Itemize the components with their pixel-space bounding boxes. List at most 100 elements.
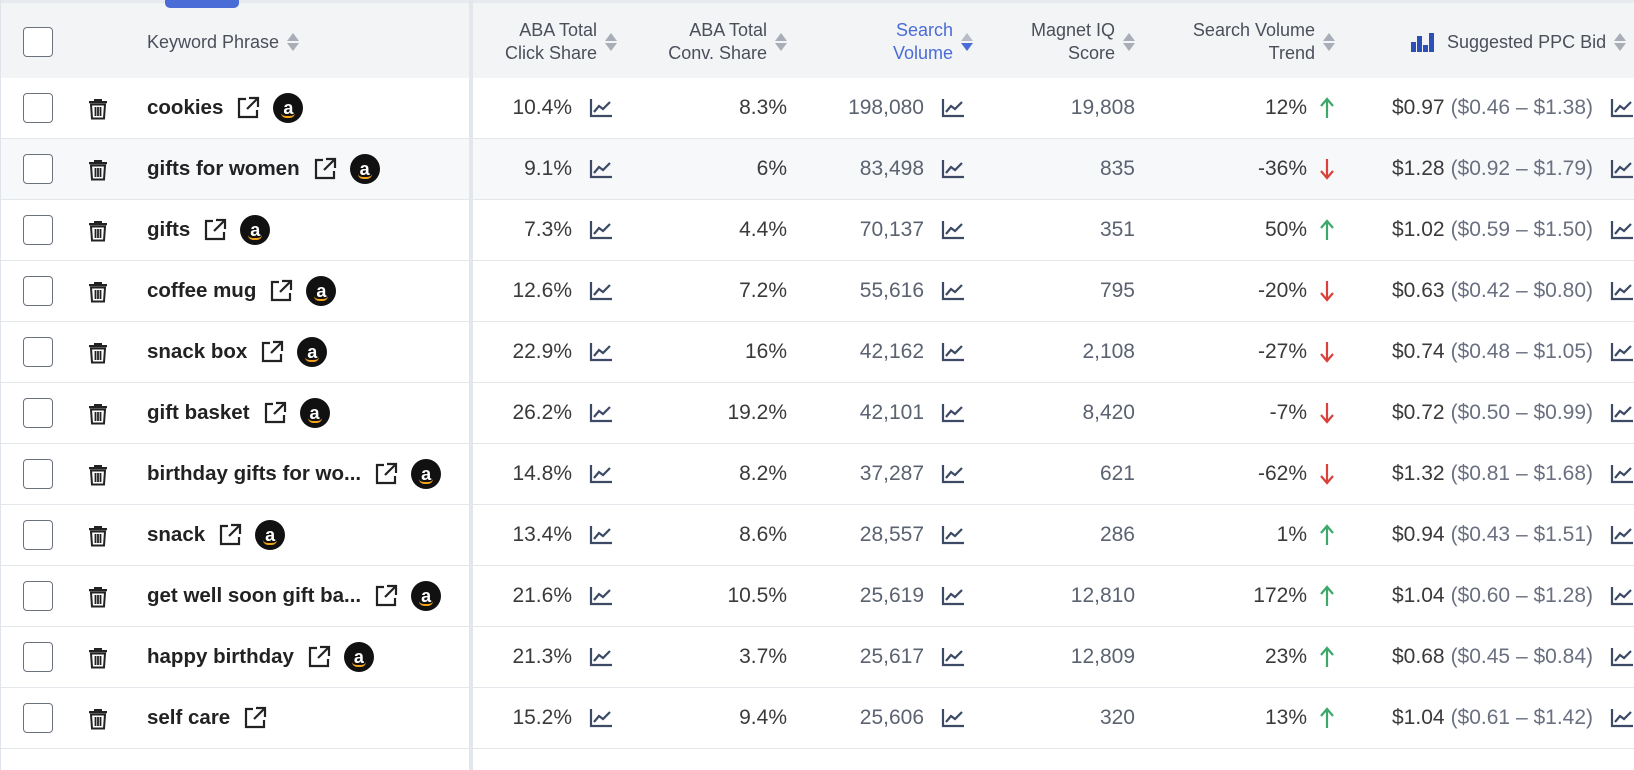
table-row[interactable]: happy birthday a 21.3% 3.7% 25,617 12,80… (1, 627, 1634, 688)
column-divider[interactable] (469, 0, 473, 770)
line-chart-icon[interactable] (588, 341, 614, 363)
external-link-icon[interactable] (235, 95, 261, 121)
delete-button[interactable] (87, 688, 111, 748)
delete-button[interactable] (87, 383, 111, 443)
external-link-icon[interactable] (306, 644, 332, 670)
keyword-phrase[interactable]: get well soon gift ba... (147, 584, 361, 608)
row-checkbox[interactable] (23, 642, 53, 672)
line-chart-icon[interactable] (588, 97, 614, 119)
amazon-icon[interactable]: a (299, 398, 330, 428)
row-checkbox[interactable] (23, 337, 53, 367)
keyword-phrase[interactable]: gifts (147, 218, 190, 242)
table-row[interactable]: gift basket a 26.2% 19.2% 42,101 8,420 -… (1, 383, 1634, 444)
external-link-icon[interactable] (242, 705, 268, 731)
table-row[interactable]: gifts for women a 9.1% 6% 83,498 835 -36… (1, 139, 1634, 200)
header-aba-conv-share[interactable]: ABA Total Conv. Share (641, 3, 787, 81)
external-link-icon[interactable] (202, 217, 228, 243)
row-checkbox[interactable] (23, 703, 53, 733)
header-search-volume[interactable]: Search Volume (841, 3, 973, 81)
amazon-icon[interactable]: a (343, 642, 374, 672)
keyword-phrase[interactable]: gifts for women (147, 157, 300, 181)
amazon-icon[interactable]: a (240, 215, 271, 245)
keyword-phrase[interactable]: gift basket (147, 401, 250, 425)
line-chart-icon[interactable] (940, 646, 966, 668)
sort-icon[interactable] (1614, 31, 1627, 53)
external-link-icon[interactable] (217, 522, 243, 548)
sort-icon[interactable] (775, 31, 787, 53)
line-chart-icon[interactable] (1609, 219, 1634, 241)
header-magnet-iq-score[interactable]: Magnet IQ Score (1001, 3, 1135, 81)
sort-desc-icon[interactable] (961, 31, 973, 53)
header-aba-click-share[interactable]: ABA Total Click Share (479, 3, 617, 81)
table-row[interactable]: self care 15.2% 9.4% 25,606 320 13% $1.0… (1, 688, 1634, 749)
row-checkbox[interactable] (23, 581, 53, 611)
horizontal-scroll-indicator[interactable] (165, 0, 239, 8)
line-chart-icon[interactable] (1609, 463, 1634, 485)
line-chart-icon[interactable] (588, 280, 614, 302)
line-chart-icon[interactable] (1609, 97, 1634, 119)
line-chart-icon[interactable] (588, 524, 614, 546)
line-chart-icon[interactable] (1609, 280, 1634, 302)
line-chart-icon[interactable] (1609, 646, 1634, 668)
delete-button[interactable] (87, 261, 111, 321)
line-chart-icon[interactable] (1609, 341, 1634, 363)
line-chart-icon[interactable] (940, 341, 966, 363)
line-chart-icon[interactable] (1609, 402, 1634, 424)
delete-button[interactable] (87, 566, 111, 626)
sort-icon[interactable] (605, 31, 617, 53)
keyword-phrase[interactable]: cookies (147, 96, 223, 120)
external-link-icon[interactable] (259, 339, 285, 365)
delete-button[interactable] (87, 200, 111, 260)
line-chart-icon[interactable] (1609, 524, 1634, 546)
header-search-volume-trend[interactable]: Search Volume Trend (1151, 3, 1335, 81)
table-row[interactable]: birthday gifts for wo... a 14.8% 8.2% 37… (1, 444, 1634, 505)
keyword-phrase[interactable]: snack (147, 523, 205, 547)
line-chart-icon[interactable] (1609, 585, 1634, 607)
table-row[interactable]: snack box a 22.9% 16% 42,162 2,108 -27% … (1, 322, 1634, 383)
amazon-icon[interactable]: a (297, 337, 328, 367)
keyword-phrase[interactable]: self care (147, 706, 230, 730)
delete-button[interactable] (87, 322, 111, 382)
keyword-phrase[interactable]: coffee mug (147, 279, 256, 303)
delete-button[interactable] (87, 505, 111, 565)
line-chart-icon[interactable] (940, 280, 966, 302)
sort-icon[interactable] (1123, 31, 1135, 53)
external-link-icon[interactable] (268, 278, 294, 304)
amazon-icon[interactable]: a (349, 154, 380, 184)
row-checkbox[interactable] (23, 276, 53, 306)
delete-button[interactable] (87, 444, 111, 504)
amazon-icon[interactable]: a (411, 459, 442, 489)
table-row[interactable]: cookies a 10.4% 8.3% 198,080 19,808 12% … (1, 78, 1634, 139)
line-chart-icon[interactable] (940, 585, 966, 607)
row-checkbox[interactable] (23, 459, 53, 489)
select-all-checkbox[interactable] (23, 27, 53, 57)
amazon-icon[interactable]: a (306, 276, 337, 306)
amazon-icon[interactable]: a (255, 520, 286, 550)
line-chart-icon[interactable] (940, 402, 966, 424)
external-link-icon[interactable] (312, 156, 338, 182)
line-chart-icon[interactable] (940, 158, 966, 180)
row-checkbox[interactable] (23, 520, 53, 550)
keyword-phrase[interactable]: birthday gifts for wo... (147, 462, 361, 486)
table-row[interactable]: gifts a 7.3% 4.4% 70,137 351 50% $1.02 (… (1, 200, 1634, 261)
line-chart-icon[interactable] (1609, 707, 1634, 729)
sort-icon[interactable] (287, 31, 300, 53)
line-chart-icon[interactable] (1609, 158, 1634, 180)
sort-icon[interactable] (1323, 31, 1335, 53)
row-checkbox[interactable] (23, 93, 53, 123)
delete-button[interactable] (87, 78, 111, 138)
row-checkbox[interactable] (23, 154, 53, 184)
line-chart-icon[interactable] (588, 646, 614, 668)
header-keyword-phrase[interactable]: Keyword Phrase (147, 3, 347, 81)
delete-button[interactable] (87, 627, 111, 687)
row-checkbox[interactable] (23, 398, 53, 428)
line-chart-icon[interactable] (588, 463, 614, 485)
line-chart-icon[interactable] (940, 524, 966, 546)
line-chart-icon[interactable] (940, 463, 966, 485)
line-chart-icon[interactable] (588, 585, 614, 607)
external-link-icon[interactable] (373, 461, 399, 487)
row-checkbox[interactable] (23, 215, 53, 245)
table-row[interactable]: snack a 13.4% 8.6% 28,557 286 1% $0.94 (… (1, 505, 1634, 566)
table-row[interactable]: coffee mug a 12.6% 7.2% 55,616 795 -20% … (1, 261, 1634, 322)
line-chart-icon[interactable] (588, 219, 614, 241)
